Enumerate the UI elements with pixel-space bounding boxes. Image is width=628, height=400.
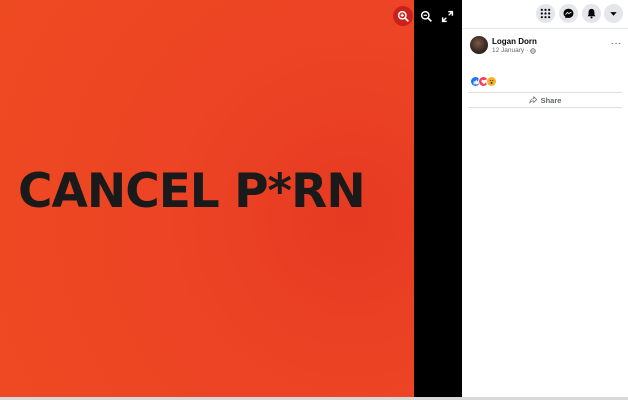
author-name[interactable]: Logan Dorn <box>492 37 537 46</box>
messenger-icon <box>563 8 574 19</box>
more-options-button[interactable]: ··· <box>611 38 623 49</box>
photo[interactable]: CANCEL P*RN <box>0 0 414 397</box>
photo-viewer: CANCEL P*RN <box>0 0 462 400</box>
zoom-out-button[interactable] <box>416 6 436 26</box>
account-menu-button[interactable] <box>604 4 623 23</box>
wow-reaction-icon <box>486 76 497 87</box>
menu-grid-icon <box>540 8 551 19</box>
post-side-panel: Logan Dorn 12 January · ··· Share <box>462 0 628 400</box>
top-navigation <box>462 0 628 29</box>
share-button[interactable]: Share <box>468 92 622 108</box>
messenger-button[interactable] <box>559 4 578 23</box>
zoom-in-button[interactable] <box>393 6 413 26</box>
fullscreen-icon <box>441 10 453 22</box>
menu-button[interactable] <box>536 4 555 23</box>
account-chevron-icon <box>610 12 617 16</box>
share-label: Share <box>540 95 562 105</box>
post-meta: 12 January · <box>492 47 537 54</box>
share-icon <box>528 96 537 104</box>
notifications-icon <box>587 8 596 19</box>
post-date[interactable]: 12 January <box>492 47 524 54</box>
post-header: Logan Dorn 12 January · ··· <box>470 36 622 58</box>
globe-icon <box>530 47 537 54</box>
fullscreen-button[interactable] <box>437 6 457 26</box>
meta-separator: · <box>526 47 529 54</box>
zoom-out-icon <box>420 10 432 22</box>
notifications-button[interactable] <box>582 4 601 23</box>
photo-text: CANCEL P*RN <box>18 164 366 219</box>
avatar[interactable] <box>470 36 488 54</box>
reactions-summary[interactable] <box>470 76 497 87</box>
zoom-in-icon <box>397 10 409 22</box>
